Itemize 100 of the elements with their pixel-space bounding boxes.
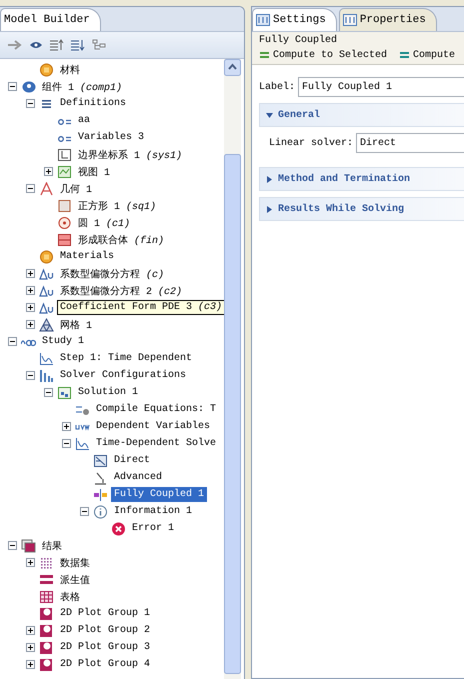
tree-item[interactable]: 系数型偏微分方程 2 (c2)	[57, 282, 186, 300]
tree-item[interactable]: 2D Plot Group 1	[57, 606, 154, 621]
settings-heading: Fully Coupled	[259, 35, 338, 48]
tree-item[interactable]: 2D Plot Group 3	[57, 640, 154, 655]
mesh-icon	[39, 318, 54, 332]
dataset-icon	[39, 556, 54, 570]
scroll-thumb[interactable]	[224, 154, 241, 674]
microscope-icon	[93, 470, 108, 484]
tree-item[interactable]: 组件 1 (comp1)	[39, 78, 126, 96]
tree-item[interactable]: Solver Configurations	[57, 368, 190, 383]
panel-tab[interactable]: Model Builder	[0, 8, 101, 31]
caret-down-icon	[266, 112, 273, 118]
tree-item[interactable]: aa	[75, 113, 94, 128]
tree-item[interactable]: 系数型偏微分方程 (c)	[57, 264, 168, 282]
collapse-toggle[interactable]	[62, 439, 71, 448]
collapse-toggle[interactable]	[26, 371, 35, 380]
tree-item[interactable]: Coefficient Form PDE 3 (c3)	[57, 300, 224, 315]
results-icon	[21, 538, 36, 552]
tree-item[interactable]: Study 1	[39, 334, 88, 349]
plot-group-icon	[39, 624, 54, 638]
tree-item[interactable]: Solution 1	[75, 385, 142, 400]
tree-item[interactable]: 几何 1	[57, 180, 96, 198]
tree-item[interactable]: 2D Plot Group 2	[57, 623, 154, 638]
tree-item[interactable]: Definitions	[57, 96, 130, 111]
materials-icon	[39, 250, 54, 264]
collapse-toggle[interactable]	[26, 184, 35, 193]
section-header[interactable]: Method and Termination	[259, 167, 464, 191]
expand-toggle[interactable]	[26, 286, 35, 295]
tree-item[interactable]: 形成联合体 (fin)	[75, 230, 168, 248]
tree-item[interactable]: 边界坐标系 1 (sys1)	[75, 146, 186, 164]
tree-item[interactable]: 数据集	[57, 554, 93, 572]
expand-toggle[interactable]	[62, 422, 71, 431]
tree-item[interactable]: Step 1: Time Dependent	[57, 351, 196, 366]
tree-item[interactable]: Fully Coupled 1	[111, 487, 208, 502]
tree-item[interactable]: Advanced	[111, 470, 166, 485]
expand-toggle[interactable]	[26, 269, 35, 278]
plot-group-icon	[39, 606, 54, 620]
section-header[interactable]: Results While Solving	[259, 197, 464, 221]
collapse-toggle[interactable]	[26, 99, 35, 108]
tree-item[interactable]: 结果	[39, 536, 65, 554]
move-up-icon[interactable]	[50, 39, 64, 51]
tree-item[interactable]: Time-Dependent Solve	[93, 436, 220, 451]
tree-item[interactable]: Variables 3	[75, 130, 148, 145]
geometry-icon	[39, 182, 54, 196]
tree-item[interactable]: Compile Equations: T	[93, 402, 220, 417]
properties-icon	[342, 14, 357, 26]
settings-icon	[256, 14, 270, 26]
tree-item[interactable]: 网格 1	[57, 316, 96, 334]
solver-field[interactable]: Direct	[356, 133, 464, 153]
collapse-toggle[interactable]	[80, 507, 89, 516]
panel-tab[interactable]: Settings	[252, 8, 337, 31]
union-icon	[57, 232, 72, 246]
solution-icon	[57, 386, 72, 400]
expand-toggle[interactable]	[26, 558, 35, 567]
tree-item[interactable]: 材料	[57, 60, 83, 78]
eye-icon[interactable]	[29, 40, 43, 50]
tree-item[interactable]: Dependent Variables	[93, 419, 214, 434]
equals-icon	[259, 51, 270, 60]
tree-item[interactable]: 圆 1 (c1)	[75, 214, 134, 232]
expand-toggle[interactable]	[26, 303, 35, 312]
table-icon	[39, 590, 54, 604]
square-icon	[57, 198, 72, 212]
step-chart-icon	[75, 436, 90, 450]
compute-button[interactable]: Compute to Selected	[259, 50, 388, 61]
compute-button[interactable]: Compute	[399, 50, 456, 61]
info-icon	[93, 504, 108, 518]
scroll-up-icon[interactable]	[224, 59, 241, 76]
label-field[interactable]: Fully Coupled 1	[298, 77, 464, 97]
move-down-icon[interactable]	[71, 39, 85, 51]
tree-item[interactable]: 派生值	[57, 570, 93, 588]
tree-item[interactable]: 正方形 1 (sq1)	[75, 196, 160, 214]
materials-icon	[39, 62, 54, 76]
plot-group-icon	[39, 640, 54, 654]
tree-item[interactable]: Direct	[111, 453, 154, 468]
panel-tab[interactable]: Properties	[338, 8, 437, 31]
tree-item[interactable]: 视图 1	[75, 162, 114, 180]
error-icon	[111, 522, 126, 536]
direct-solver-icon	[93, 454, 108, 468]
section-header[interactable]: General	[259, 103, 464, 127]
delta-u-icon	[39, 300, 54, 314]
plot-group-icon	[39, 658, 54, 672]
tree-item[interactable]: Error 1	[129, 521, 178, 536]
expand-toggle[interactable]	[26, 626, 35, 635]
tree-item[interactable]: Information 1	[111, 504, 196, 519]
tab-label: Settings	[273, 14, 326, 26]
collapse-toggle[interactable]	[8, 541, 17, 550]
scrollbar[interactable]	[224, 59, 241, 679]
tree-item[interactable]: 表格	[57, 588, 83, 606]
tree-item[interactable]: 2D Plot Group 4	[57, 657, 154, 672]
expand-toggle[interactable]	[44, 167, 53, 176]
expand-toggle[interactable]	[26, 320, 35, 329]
tree-item[interactable]: Materials	[57, 249, 118, 264]
collapse-toggle[interactable]	[8, 82, 17, 91]
delta-u-icon	[39, 284, 54, 298]
collapse-toggle[interactable]	[44, 388, 53, 397]
expand-toggle[interactable]	[26, 643, 35, 652]
collapse-toggle[interactable]	[8, 337, 17, 346]
coupled-icon	[93, 488, 108, 502]
expand-toggle[interactable]	[26, 660, 35, 669]
tree-layout-icon[interactable]	[92, 39, 106, 51]
